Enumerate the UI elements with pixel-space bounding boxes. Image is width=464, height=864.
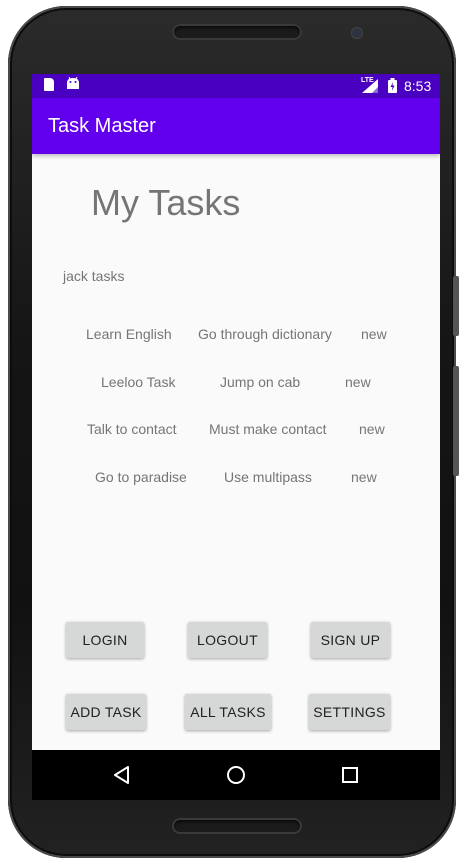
task-body: Jump on cab	[220, 374, 301, 390]
navigation-bar	[32, 750, 440, 800]
all-tasks-button[interactable]: ALL TASKS	[185, 694, 271, 730]
android-icon	[67, 77, 79, 89]
status-bar: LTE 8:53	[32, 74, 440, 98]
task-state: new	[359, 421, 385, 437]
sd-card-icon	[44, 78, 54, 91]
volume-button	[453, 276, 459, 336]
power-button	[453, 366, 459, 476]
task-body: Use multipass	[224, 469, 312, 485]
settings-button[interactable]: SETTINGS	[309, 694, 390, 730]
top-speaker	[172, 24, 302, 40]
page-title: My Tasks	[91, 182, 241, 223]
front-camera	[352, 28, 362, 38]
task-state: new	[345, 374, 371, 390]
task-title: Leeloo Task	[101, 374, 176, 390]
add-task-button[interactable]: ADD TASK	[66, 694, 146, 730]
recents-icon[interactable]	[338, 763, 362, 787]
task-title: Go to paradise	[95, 469, 187, 485]
task-title: Learn English	[86, 326, 172, 342]
login-button[interactable]: LOGIN	[66, 622, 144, 658]
bottom-speaker	[172, 818, 302, 834]
back-icon[interactable]	[110, 763, 134, 787]
task-body: Go through dictionary	[198, 326, 332, 342]
screen: LTE 8:53 Task Master My Tasks jack tasks…	[32, 74, 440, 800]
task-title: Talk to contact	[87, 421, 177, 437]
task-state: new	[351, 469, 377, 485]
status-time: 8:53	[404, 78, 432, 94]
device-frame: LTE 8:53 Task Master My Tasks jack tasks…	[0, 0, 464, 864]
task-state: new	[361, 326, 387, 342]
signal-icon	[362, 79, 378, 93]
home-icon[interactable]	[224, 763, 248, 787]
sign-up-button[interactable]: SIGN UP	[311, 622, 390, 658]
battery-icon	[388, 78, 397, 93]
user-tasks-label: jack tasks	[63, 268, 125, 284]
logout-button[interactable]: LOGOUT	[188, 622, 267, 658]
app-bar: Task Master	[32, 98, 440, 154]
task-body: Must make contact	[209, 421, 327, 437]
app-title: Task Master	[48, 115, 156, 137]
